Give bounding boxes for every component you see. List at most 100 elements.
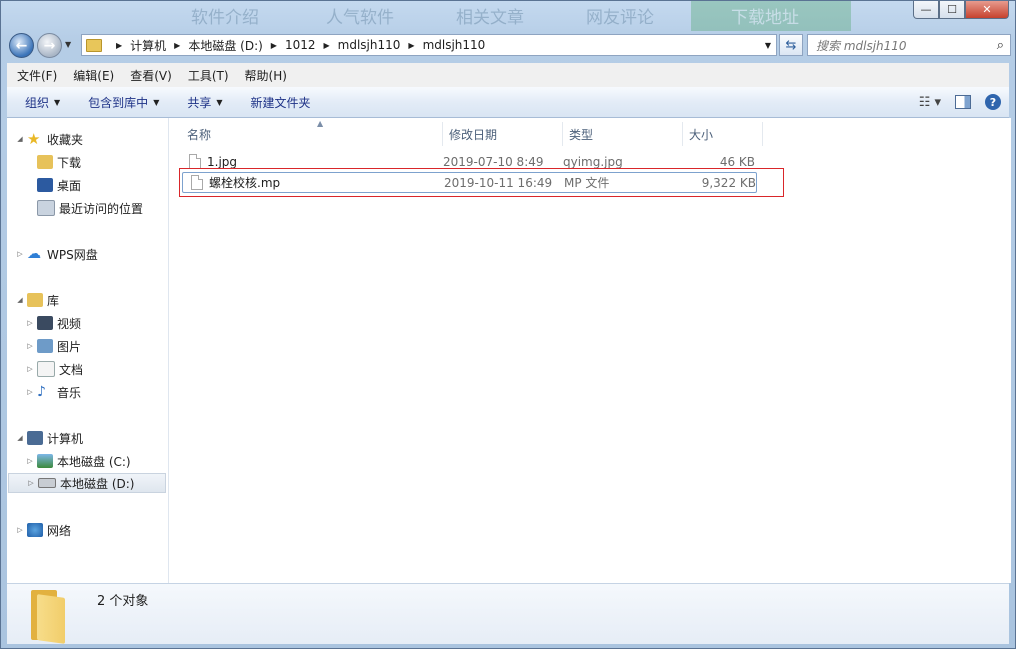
column-size-label: 大小 — [689, 127, 714, 142]
desktop-icon — [37, 178, 53, 192]
breadcrumb-chevron-icon[interactable]: ▶ — [324, 41, 330, 50]
recent-pages-dropdown-icon[interactable]: ▼ — [65, 40, 71, 49]
nav-recent[interactable]: 最近访问的位置 — [35, 198, 143, 218]
menu-file[interactable]: 文件(F) — [7, 67, 63, 84]
breadcrumb-chevron-icon[interactable]: ▶ — [408, 41, 414, 50]
file-icon — [191, 175, 203, 190]
nav-videos[interactable]: ▷ 视频 — [25, 313, 81, 333]
nav-downloads-label: 下载 — [57, 155, 82, 170]
breadcrumb-chevron-icon[interactable]: ▶ — [174, 41, 180, 50]
preview-pane-icon[interactable] — [955, 95, 971, 109]
expand-icon[interactable]: ▷ — [25, 388, 35, 396]
file-row[interactable]: 螺栓校核.mp 2019-10-11 16:49 MP 文件 9,322 KB — [182, 172, 757, 193]
breadcrumb-drive-d[interactable]: 本地磁盘 (D:) — [188, 37, 262, 54]
music-icon: ♪ — [37, 384, 46, 400]
column-date-label: 修改日期 — [449, 127, 498, 142]
menu-view[interactable]: 查看(V) — [120, 67, 178, 84]
breadcrumb-chevron-icon[interactable]: ▶ — [116, 41, 122, 50]
nav-favorites[interactable]: ◢ ★ 收藏夹 — [15, 129, 83, 149]
include-in-library-button[interactable]: 包含到库中 ▼ — [70, 94, 169, 111]
breadcrumb-mdlsjh110[interactable]: mdlsjh110 — [423, 38, 486, 52]
details-pane: 2 个对象 — [7, 583, 1009, 644]
expand-icon[interactable]: ◢ — [15, 135, 25, 143]
nav-network-label: 网络 — [47, 523, 72, 538]
nav-music[interactable]: ▷ ♪ 音乐 — [25, 382, 81, 402]
bg-download-button: 下载地址 — [691, 1, 851, 31]
chevron-down-icon: ▼ — [153, 97, 160, 107]
bg-tab-4: 网友评论 — [586, 8, 654, 28]
forward-button[interactable]: → — [37, 33, 62, 58]
command-bar: 组织 ▼ 包含到库中 ▼ 共享 ▼ 新建文件夹 ☷ ▾ ? — [7, 87, 1009, 118]
nav-desktop[interactable]: 桌面 — [35, 175, 81, 195]
change-view-icon[interactable]: ☷ ▾ — [919, 95, 941, 110]
menu-edit[interactable]: 编辑(E) — [63, 67, 120, 84]
nav-computer-label: 计算机 — [47, 431, 84, 446]
share-button[interactable]: 共享 ▼ — [169, 94, 232, 111]
column-size[interactable]: 大小 — [683, 122, 763, 146]
help-icon[interactable]: ? — [985, 94, 1001, 110]
nav-computer[interactable]: ◢ 计算机 — [15, 428, 83, 448]
file-date: 2019-07-10 8:49 — [443, 154, 544, 169]
expand-icon[interactable]: ◢ — [15, 434, 25, 442]
column-name[interactable]: 名称 ▲ — [181, 119, 443, 146]
nav-wps-label: WPS网盘 — [47, 247, 98, 262]
address-dropdown-icon[interactable]: ▼ — [760, 41, 776, 50]
file-name: 螺栓校核.mp — [209, 176, 281, 190]
search-input[interactable]: 搜索 mdlsjh110 ⌕ — [807, 34, 1011, 56]
nav-drive-c[interactable]: ▷ 本地磁盘 (C:) — [25, 451, 131, 471]
bg-tab-2: 人气软件 — [326, 8, 394, 28]
downloads-folder-icon — [37, 155, 53, 169]
nav-libraries-label: 库 — [47, 293, 60, 308]
file-type: qyimg.jpg — [563, 154, 623, 169]
breadcrumb-mdlsjh110-parent[interactable]: mdlsjh110 — [338, 38, 401, 52]
menu-tools[interactable]: 工具(T) — [178, 67, 235, 84]
refresh-button[interactable]: ⇆ — [779, 34, 803, 56]
nav-drive-d-label: 本地磁盘 (D:) — [60, 476, 135, 491]
address-row: ← → ▼ ▶ 计算机 ▶ 本地磁盘 (D:) ▶ 1012 ▶ mdlsjh1… — [7, 31, 1011, 59]
nav-drive-d[interactable]: ▷ 本地磁盘 (D:) — [8, 473, 166, 493]
column-type[interactable]: 类型 — [563, 122, 683, 146]
nav-music-label: 音乐 — [57, 385, 82, 400]
folder-icon — [86, 38, 102, 52]
column-header: 名称 ▲ 修改日期 类型 大小 — [169, 119, 763, 146]
expand-icon[interactable]: ▷ — [25, 342, 35, 350]
expand-icon[interactable]: ▷ — [15, 250, 25, 258]
nav-downloads[interactable]: 下载 — [35, 152, 81, 172]
organize-button[interactable]: 组织 ▼ — [7, 94, 70, 111]
expand-icon[interactable]: ▷ — [25, 319, 35, 327]
menu-help[interactable]: 帮助(H) — [235, 67, 293, 84]
column-date[interactable]: 修改日期 — [443, 122, 563, 146]
minimize-button[interactable]: — — [913, 1, 939, 19]
nav-network[interactable]: ▷ 网络 — [15, 520, 71, 540]
search-icon[interactable]: ⌕ — [997, 38, 1004, 53]
expand-icon[interactable]: ▷ — [25, 457, 35, 465]
nav-wps[interactable]: ▷ ☁ WPS网盘 — [15, 244, 98, 264]
breadcrumb-1012[interactable]: 1012 — [285, 38, 316, 52]
close-button[interactable]: ✕ — [965, 1, 1009, 19]
file-size: 46 KB — [719, 154, 755, 169]
address-bar[interactable]: ▶ 计算机 ▶ 本地磁盘 (D:) ▶ 1012 ▶ mdlsjh110 ▶ m… — [81, 34, 777, 56]
nav-libraries[interactable]: ◢ 库 — [15, 290, 59, 310]
breadcrumb-chevron-icon[interactable]: ▶ — [271, 41, 277, 50]
chevron-down-icon: ▼ — [54, 97, 61, 107]
breadcrumb: ▶ 计算机 ▶ 本地磁盘 (D:) ▶ 1012 ▶ mdlsjh110 ▶ m… — [108, 37, 485, 54]
computer-icon — [27, 431, 43, 445]
expand-icon[interactable]: ◢ — [15, 296, 25, 304]
recent-places-icon — [37, 200, 55, 216]
bg-tab-3: 相关文章 — [456, 8, 524, 28]
nav-documents[interactable]: ▷ 文档 — [25, 359, 83, 379]
back-button[interactable]: ← — [9, 33, 34, 58]
nav-pictures[interactable]: ▷ 图片 — [25, 336, 81, 356]
navigation-pane: ◢ ★ 收藏夹 下载 桌面 最近访问的位置 ▷ ☁ WPS网盘 ◢ 库 ▷ 视频… — [7, 118, 169, 583]
menu-bar: 文件(F) 编辑(E) 查看(V) 工具(T) 帮助(H) — [7, 63, 1009, 88]
maximize-button[interactable]: ☐ — [939, 1, 965, 19]
expand-icon[interactable]: ▷ — [26, 479, 36, 487]
breadcrumb-computer[interactable]: 计算机 — [130, 37, 166, 54]
star-icon: ★ — [27, 130, 41, 148]
new-folder-button[interactable]: 新建文件夹 — [233, 94, 321, 111]
expand-icon[interactable]: ▷ — [25, 365, 35, 373]
library-icon — [27, 293, 43, 307]
expand-icon[interactable]: ▷ — [15, 526, 25, 534]
refresh-icon: ⇆ — [785, 37, 797, 53]
drive-icon — [38, 478, 56, 488]
